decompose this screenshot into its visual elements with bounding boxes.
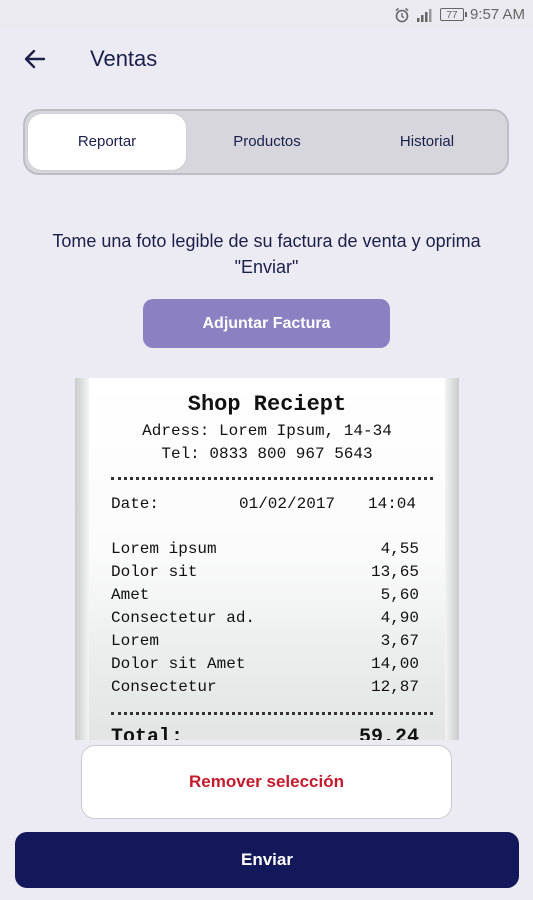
receipt-item-price: 4,55 <box>380 540 419 558</box>
receipt-date: 01/02/2017 <box>239 495 336 513</box>
instructions-text: Tome una foto legible de su factura de v… <box>52 231 481 277</box>
receipt-image: Shop Reciept Adress: Lorem Ipsum, 14-34 … <box>75 378 459 740</box>
receipt-item: Consectetur 12,87 <box>111 678 419 696</box>
receipt-item-price: 12,87 <box>370 678 419 696</box>
receipt-item: Consectetur ad. 4,90 <box>111 609 419 627</box>
receipt-item-name: Consectetur ad. <box>111 609 256 627</box>
status-time: 9:57 AM <box>469 6 525 23</box>
receipt-item: Dolor sit Amet 14,00 <box>111 655 419 673</box>
receipt-address: Adress: Lorem Ipsum, 14-34 <box>142 422 392 440</box>
receipt-item-price: 4,90 <box>380 609 419 627</box>
receipt-item-name: Amet <box>111 586 150 604</box>
receipt-date-label: Date: <box>111 495 160 513</box>
attach-invoice-button[interactable]: Adjuntar Factura <box>143 299 390 348</box>
receipt-tel: Tel: 0833 800 967 5643 <box>161 445 373 463</box>
receipt-item-price: 5,60 <box>380 586 419 604</box>
receipt-item-price: 3,67 <box>380 632 419 650</box>
tab-historial[interactable]: Historial <box>347 111 507 173</box>
receipt-shop-name: Shop Reciept <box>187 392 347 417</box>
app-bar: Ventas <box>0 30 533 88</box>
receipt-paper: Shop Reciept Adress: Lorem Ipsum, 14-34 … <box>75 378 459 740</box>
alarm-icon <box>394 7 410 23</box>
receipt-item: Amet 5,60 <box>111 586 419 604</box>
receipt-item: Lorem ipsum 4,55 <box>111 540 419 558</box>
receipt-item-name: Dolor sit Amet <box>111 655 246 673</box>
receipt-item-name: Dolor sit <box>111 563 198 581</box>
receipt-time: 14:04 <box>368 495 417 513</box>
page-title: Ventas <box>90 46 158 71</box>
status-icons: 77 9:57 AM <box>394 6 525 23</box>
receipt-item: Lorem 3,67 <box>111 632 419 650</box>
receipt-divider <box>111 477 433 480</box>
tab-reportar[interactable]: Reportar <box>28 114 186 170</box>
send-button[interactable]: Enviar <box>15 832 519 888</box>
receipt-item-price: 13,65 <box>370 563 419 581</box>
battery-icon: 77 <box>439 8 467 21</box>
receipt-item-price: 14,00 <box>370 655 419 673</box>
receipt-item-name: Consectetur <box>111 678 217 696</box>
receipt-total-label: Total: <box>111 726 184 740</box>
receipt-total: 59,24 <box>358 726 419 740</box>
receipt-total-row: Total: 59,24 <box>111 726 419 740</box>
back-arrow-icon[interactable] <box>20 44 50 74</box>
tab-productos[interactable]: Productos <box>187 111 347 173</box>
remove-selection-button[interactable]: Remover selección <box>81 745 452 819</box>
receipt-item-name: Lorem <box>111 632 160 650</box>
signal-icon <box>416 8 434 22</box>
receipt-item: Dolor sit 13,65 <box>111 563 419 581</box>
receipt-divider <box>111 712 433 715</box>
receipt-item-name: Lorem ipsum <box>111 540 217 558</box>
tab-bar: Reportar Productos Historial <box>23 109 509 175</box>
status-bar: 77 9:57 AM <box>0 0 533 30</box>
